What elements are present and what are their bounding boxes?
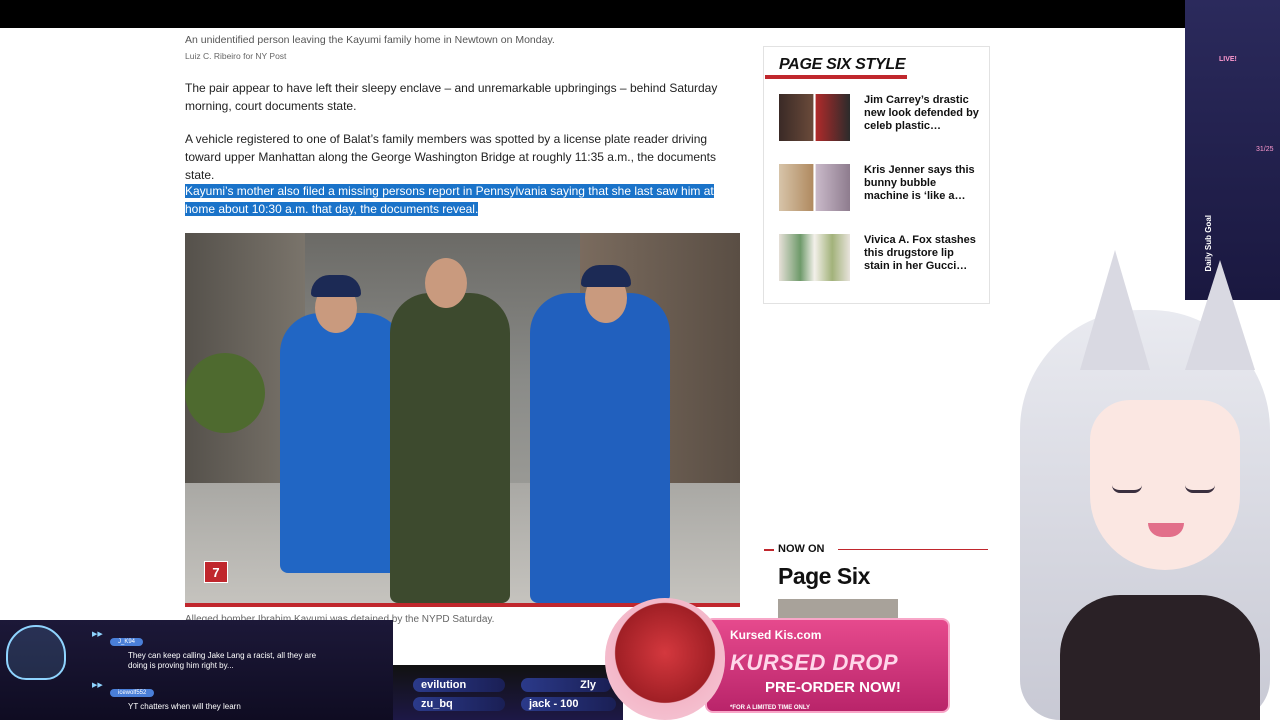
chat-message: ▶▶ J_K94 They can keep calling Jake Lang… xyxy=(92,630,392,671)
now-on-rule xyxy=(838,549,988,550)
drop-brand: Kursed Kis.com xyxy=(730,628,822,642)
article-paragraph-highlighted[interactable]: Kayumi’s mother also filed a missing per… xyxy=(185,182,741,218)
sub-name: Zly xyxy=(521,678,611,692)
photo-cap xyxy=(581,265,631,287)
article-photo[interactable]: 7 xyxy=(185,233,740,603)
story-thumbnail[interactable] xyxy=(779,94,850,141)
plush-mascot-icon xyxy=(605,598,725,720)
avatar-eye xyxy=(1185,485,1215,493)
avatar-eye xyxy=(1112,485,1142,493)
photo-credit: Luiz C. Ribeiro for NY Post xyxy=(185,51,287,61)
preorder-cta: PRE-ORDER NOW! xyxy=(765,679,901,696)
article-paragraph: The pair appear to have left their sleep… xyxy=(185,81,718,113)
photo-cap xyxy=(311,275,361,297)
sub-name: evilution xyxy=(413,678,505,692)
avatar-face xyxy=(1090,400,1240,570)
sub-goal-count: 31/25 xyxy=(1256,146,1274,153)
chat-username: icewolf552 xyxy=(110,689,155,697)
now-on-marker xyxy=(764,549,774,551)
story-headline[interactable]: Vivica A. Fox stashes this drugstore lip… xyxy=(864,234,979,273)
story-thumbnail[interactable] xyxy=(779,164,850,211)
photo-tree xyxy=(185,353,265,433)
nypost-logo-icon: 7 xyxy=(204,561,228,583)
chat-text: They can keep calling Jake Lang a racist… xyxy=(128,651,317,670)
live-badge: LIVE! xyxy=(1219,56,1237,63)
avatar-mouth xyxy=(1148,523,1184,537)
story-thumbnail[interactable] xyxy=(779,234,850,281)
chat-mascot-icon xyxy=(6,625,66,680)
now-on-label: NOW ON xyxy=(778,543,825,555)
sub-name: zu_bq xyxy=(413,697,505,711)
article-body: An unidentified person leaving the Kayum… xyxy=(185,28,741,216)
selected-text: Kayumi’s mother also filed a missing per… xyxy=(185,184,714,216)
image-caption: An unidentified person leaving the Kayum… xyxy=(185,34,555,46)
avatar-outfit xyxy=(1060,595,1260,720)
photo-detainee xyxy=(390,293,510,603)
chat-message: ▶▶ icewolf552 YT chatters when will they… xyxy=(92,681,392,712)
vtuber-avatar xyxy=(990,230,1280,720)
merch-drop-overlay: Kursed Kis.com KURSED DROP PRE-ORDER NOW… xyxy=(605,578,950,720)
chat-username: J_K94 xyxy=(110,638,144,646)
photo-officer-right xyxy=(530,293,670,603)
cat-ear-left-icon xyxy=(1080,250,1150,370)
page-six-style-widget: PAGE SIX STYLE Jim Carrey’s drastic new … xyxy=(763,46,990,304)
photo-head xyxy=(425,258,467,308)
sub-name: jack - 100 xyxy=(521,697,616,711)
sidebar-story[interactable]: Vivica A. Fox stashes this drugstore lip… xyxy=(779,234,979,282)
story-headline[interactable]: Jim Carrey’s drastic new look defended b… xyxy=(864,94,979,133)
widget-title: PAGE SIX STYLE xyxy=(779,56,906,73)
recent-subs-overlay: evilution Zly zu_bq jack - 100 xyxy=(393,665,623,720)
photo-officer-left xyxy=(280,313,405,573)
stream-chat-overlay: ▶▶ J_K94 They can keep calling Jake Lang… xyxy=(0,620,393,720)
chat-arrow-icon: ▶▶ xyxy=(92,682,103,689)
top-black-bar xyxy=(0,0,1280,28)
chat-arrow-icon: ▶▶ xyxy=(92,631,103,638)
story-headline[interactable]: Kris Jenner says this bunny bubble machi… xyxy=(864,164,979,203)
sidebar-story[interactable]: Jim Carrey’s drastic new look defended b… xyxy=(779,94,979,142)
widget-title-underline xyxy=(765,75,907,79)
chat-text: YT chatters when will they learn xyxy=(128,702,241,711)
sidebar-story[interactable]: Kris Jenner says this bunny bubble machi… xyxy=(779,164,979,212)
drop-fine-print: *FOR A LIMITED TIME ONLY xyxy=(730,705,811,711)
drop-title: KURSED DROP xyxy=(730,650,899,675)
article-paragraph: A vehicle registered to one of Balat’s f… xyxy=(185,132,716,182)
cat-ear-right-icon xyxy=(1185,260,1255,370)
